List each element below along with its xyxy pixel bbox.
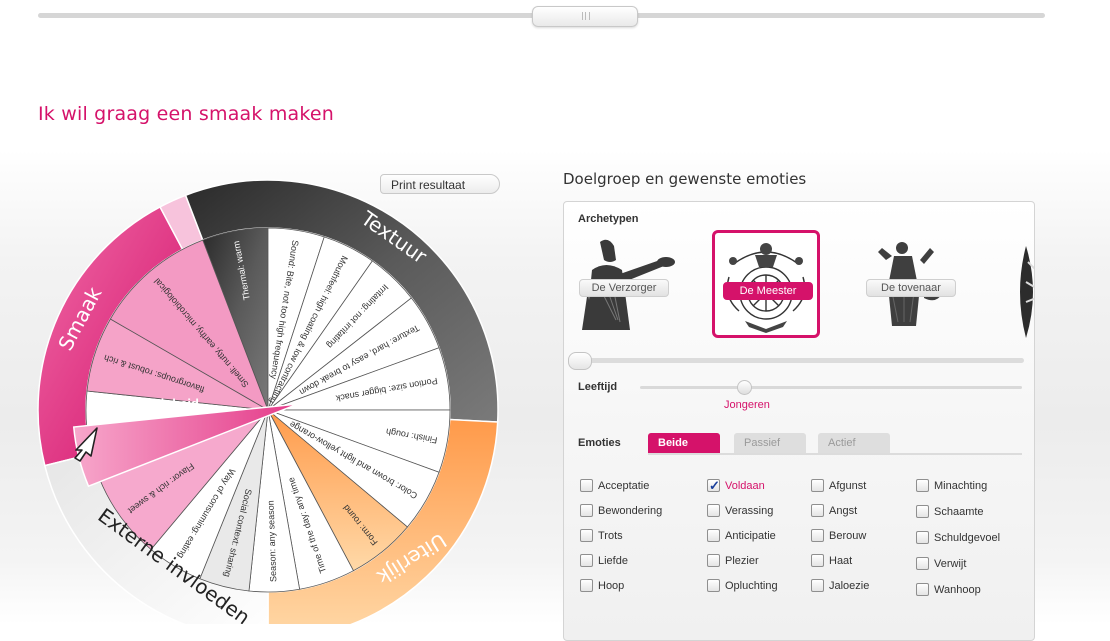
age-label: Leeftijd (578, 381, 618, 393)
checkbox-icon[interactable] (916, 479, 929, 492)
archetype-meester[interactable]: De Meester (712, 230, 820, 338)
checkbox-icon[interactable] (811, 479, 824, 492)
emotion-label: Minachting (934, 480, 988, 492)
emotion-label: Wanhoop (934, 584, 981, 596)
checkbox-icon[interactable] (916, 505, 929, 518)
emotion-label: Hoop (598, 580, 625, 592)
checkbox-icon[interactable] (707, 529, 720, 542)
emotion-label: Afgunst (829, 480, 867, 492)
emotion-label: Anticipatie (725, 530, 776, 542)
archetype-next-partial[interactable] (1010, 242, 1034, 338)
print-result-button[interactable]: Print resultaat (380, 174, 500, 194)
emotion-label: Opluchting (725, 580, 778, 592)
archetype-label: De Meester (723, 282, 813, 300)
checkbox-icon[interactable] (916, 557, 929, 570)
archetype-scroll-handle[interactable] (568, 352, 592, 370)
emotions-label: Emoties (578, 437, 621, 449)
archetype-verzorger[interactable]: De Verzorger (570, 230, 678, 338)
archetype-label: De tovenaar (866, 279, 956, 297)
flavor-wheel[interactable]: Thermal: warm Sound: Bite, not too high f… (0, 150, 520, 624)
partial-archetype-icon (1020, 246, 1034, 338)
emotion-label: Trots (598, 530, 623, 542)
emotion-label: Haat (829, 555, 853, 567)
emotion-label: Plezier (725, 555, 759, 567)
checkbox-icon[interactable] (580, 529, 593, 542)
tab-underline (648, 453, 1022, 455)
emotion-label: Berouw (829, 530, 867, 542)
age-slider-track[interactable] (640, 386, 1022, 389)
emotion-label: Liefde (598, 555, 628, 567)
emotion-label: Schuldgevoel (934, 532, 1001, 544)
top-scroll-handle[interactable] (532, 6, 638, 27)
checkbox-icon[interactable] (707, 504, 720, 517)
checkbox-icon[interactable] (580, 479, 593, 492)
page-title: Ik wil graag een smaak maken (38, 103, 335, 125)
checkbox-icon[interactable] (580, 504, 593, 517)
checkbox-checked-icon[interactable]: ✓ (707, 479, 720, 492)
archetype-tovenaar[interactable]: De tovenaar (864, 230, 972, 338)
target-emotions-panel: Archetypen De Verzorger De Meester De to… (563, 201, 1035, 641)
archetype-scroll-track[interactable] (572, 358, 1024, 363)
emotion-label: Bewondering (598, 505, 663, 517)
checkbox-icon[interactable] (811, 529, 824, 542)
emotion-label: Verassing (725, 505, 774, 517)
checkbox-icon[interactable] (811, 554, 824, 567)
checkbox-icon[interactable] (707, 579, 720, 592)
tab-beide[interactable]: Beide (648, 433, 720, 453)
tab-passief[interactable]: Passief (734, 433, 806, 453)
age-slider-knob[interactable] (737, 380, 752, 395)
emotion-label: Schaamte (934, 506, 984, 518)
emotion-label: Angst (829, 505, 858, 517)
panel-title: Doelgroep en gewenste emoties (563, 170, 807, 188)
emotion-label: Jaloezie (829, 580, 870, 592)
checkmark-icon: ✓ (709, 478, 720, 493)
selected-segment-label: Hoge romigheid (100, 396, 199, 411)
emotion-label: Voldaan (725, 480, 765, 492)
archetypes-label: Archetypen (578, 213, 639, 225)
archetype-label: De Verzorger (579, 279, 669, 297)
checkbox-icon[interactable] (811, 504, 824, 517)
checkbox-icon[interactable] (707, 554, 720, 567)
checkbox-icon[interactable] (811, 579, 824, 592)
checkbox-icon[interactable] (916, 583, 929, 596)
emotion-label: Verwijt (934, 558, 967, 570)
checkbox-icon[interactable] (580, 579, 593, 592)
age-value: Jongeren (724, 399, 770, 411)
tab-actief[interactable]: Actief (818, 433, 890, 453)
grip-icon (582, 12, 590, 20)
checkbox-icon[interactable] (580, 554, 593, 567)
checkbox-icon[interactable] (916, 531, 929, 544)
emotion-label: Acceptatie (598, 480, 650, 492)
